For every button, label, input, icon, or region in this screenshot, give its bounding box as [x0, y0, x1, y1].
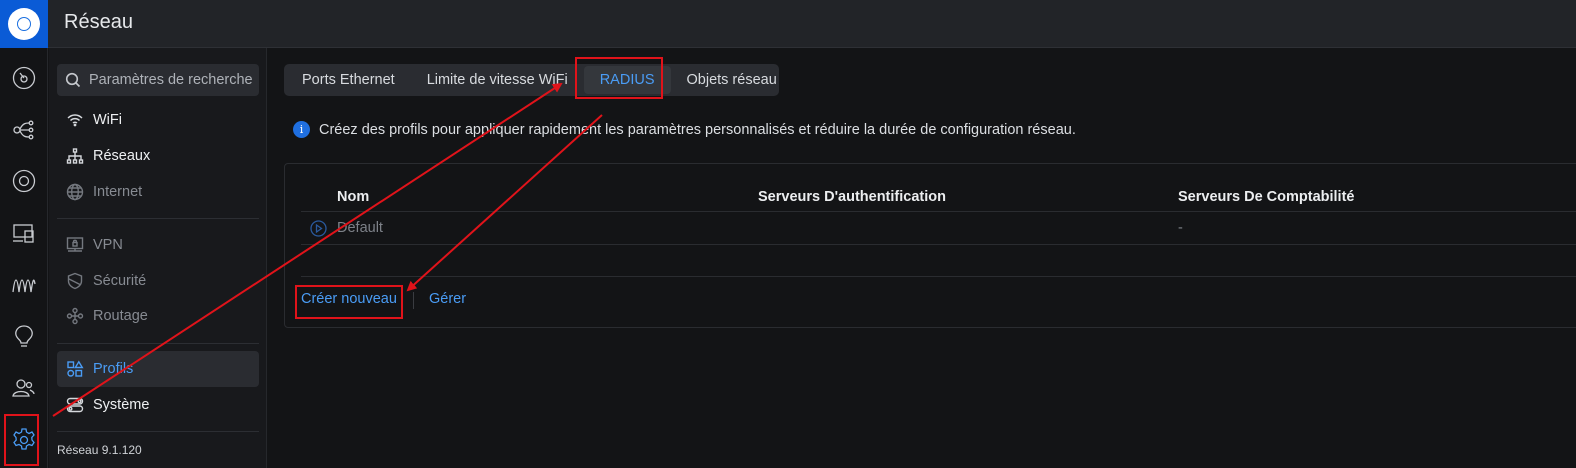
settings-icon — [13, 428, 35, 450]
info-text: Créez des profils pour appliquer rapidem… — [319, 121, 1076, 138]
sidebar-item-profiles[interactable]: Profils — [57, 351, 259, 387]
row-divider — [301, 276, 1576, 277]
routing-icon — [66, 307, 84, 325]
sidebar-item-system[interactable]: Système — [57, 387, 259, 423]
insights-icon — [15, 325, 33, 347]
sidebar-divider — [57, 218, 259, 219]
sidebar-item-label: WiFi — [93, 112, 122, 128]
sidebar-item-vpn[interactable]: VPN — [57, 227, 259, 263]
row-divider — [301, 244, 1576, 245]
expand-row-icon[interactable] — [310, 220, 327, 237]
rail-topology[interactable] — [0, 110, 48, 150]
users-icon — [12, 379, 35, 397]
action-separator — [413, 292, 414, 309]
column-header-auth-servers[interactable]: Serveurs D'authentification — [758, 189, 946, 205]
top-bar: Réseau — [0, 0, 1576, 48]
rail-settings[interactable] — [0, 420, 48, 460]
tab-ethernet-ports[interactable]: Ports Ethernet — [286, 66, 411, 94]
rail-users[interactable] — [0, 368, 48, 408]
statistics-icon — [12, 279, 36, 293]
info-banner: i Créez des profils pour appliquer rapid… — [293, 121, 1076, 138]
column-header-name[interactable]: Nom — [337, 189, 369, 205]
rail-clients[interactable] — [0, 213, 48, 253]
logo-icon — [8, 8, 40, 40]
wifi-icon — [67, 114, 83, 127]
sidebar-item-wifi[interactable]: WiFi — [57, 102, 259, 138]
networks-icon — [66, 148, 84, 164]
rail-dashboard[interactable] — [0, 58, 48, 98]
tab-network-objects[interactable]: Objets réseau — [671, 66, 793, 94]
sidebar-item-networks[interactable]: Réseaux — [57, 138, 259, 174]
shield-icon — [67, 272, 83, 290]
search-input[interactable] — [89, 72, 254, 88]
clients-icon — [13, 224, 34, 243]
sidebar-item-label: Réseaux — [93, 148, 151, 164]
search-box[interactable] — [57, 64, 259, 96]
rail-devices[interactable] — [0, 161, 48, 201]
topology-icon — [13, 120, 34, 140]
sidebar-divider — [57, 431, 259, 432]
search-icon — [65, 72, 81, 88]
info-icon: i — [293, 121, 310, 138]
table-row-name[interactable]: Default — [337, 220, 383, 236]
globe-icon — [66, 183, 84, 201]
sidebar-item-label: Sécurité — [93, 273, 147, 289]
sidebar-item-internet[interactable]: Internet — [57, 174, 259, 210]
sidebar-divider — [57, 343, 259, 344]
app-version: Réseau 9.1.120 — [57, 443, 142, 457]
tab-wifi-speed-limit[interactable]: Limite de vitesse WiFi — [411, 66, 584, 94]
radius-profiles-panel: Nom Serveurs D'authentification Serveurs… — [284, 163, 1576, 328]
sidebar-item-label: Profils — [93, 361, 134, 377]
vpn-icon — [66, 237, 84, 252]
sidebar-item-routing[interactable]: Routage — [57, 298, 259, 334]
manage-button[interactable]: Gérer — [429, 291, 466, 307]
row-divider — [301, 211, 1576, 212]
table-row-accounting: - — [1178, 220, 1183, 236]
create-new-button[interactable]: Créer nouveau — [301, 291, 397, 307]
system-icon — [66, 397, 84, 413]
profile-tabs: Ports Ethernet Limite de vitesse WiFi RA… — [284, 64, 779, 96]
app-rail — [0, 48, 48, 468]
page-title: Réseau — [64, 11, 133, 33]
dashboard-icon — [12, 66, 36, 90]
settings-sidebar: WiFi Réseaux Internet VPN Sécurité Routa… — [49, 48, 267, 468]
tab-radius[interactable]: RADIUS — [583, 66, 671, 94]
sidebar-item-label: Système — [93, 397, 150, 413]
rail-statistics[interactable] — [0, 265, 48, 305]
profiles-icon — [67, 360, 84, 377]
app-logo[interactable] — [0, 0, 48, 48]
column-header-accounting-servers[interactable]: Serveurs De Comptabilité — [1178, 189, 1354, 205]
sidebar-item-label: Routage — [93, 308, 148, 324]
rail-insights[interactable] — [0, 316, 48, 356]
sidebar-item-label: Internet — [93, 184, 143, 200]
sidebar-item-label: VPN — [93, 237, 123, 253]
sidebar-item-security[interactable]: Sécurité — [57, 263, 259, 299]
devices-icon — [12, 169, 36, 193]
